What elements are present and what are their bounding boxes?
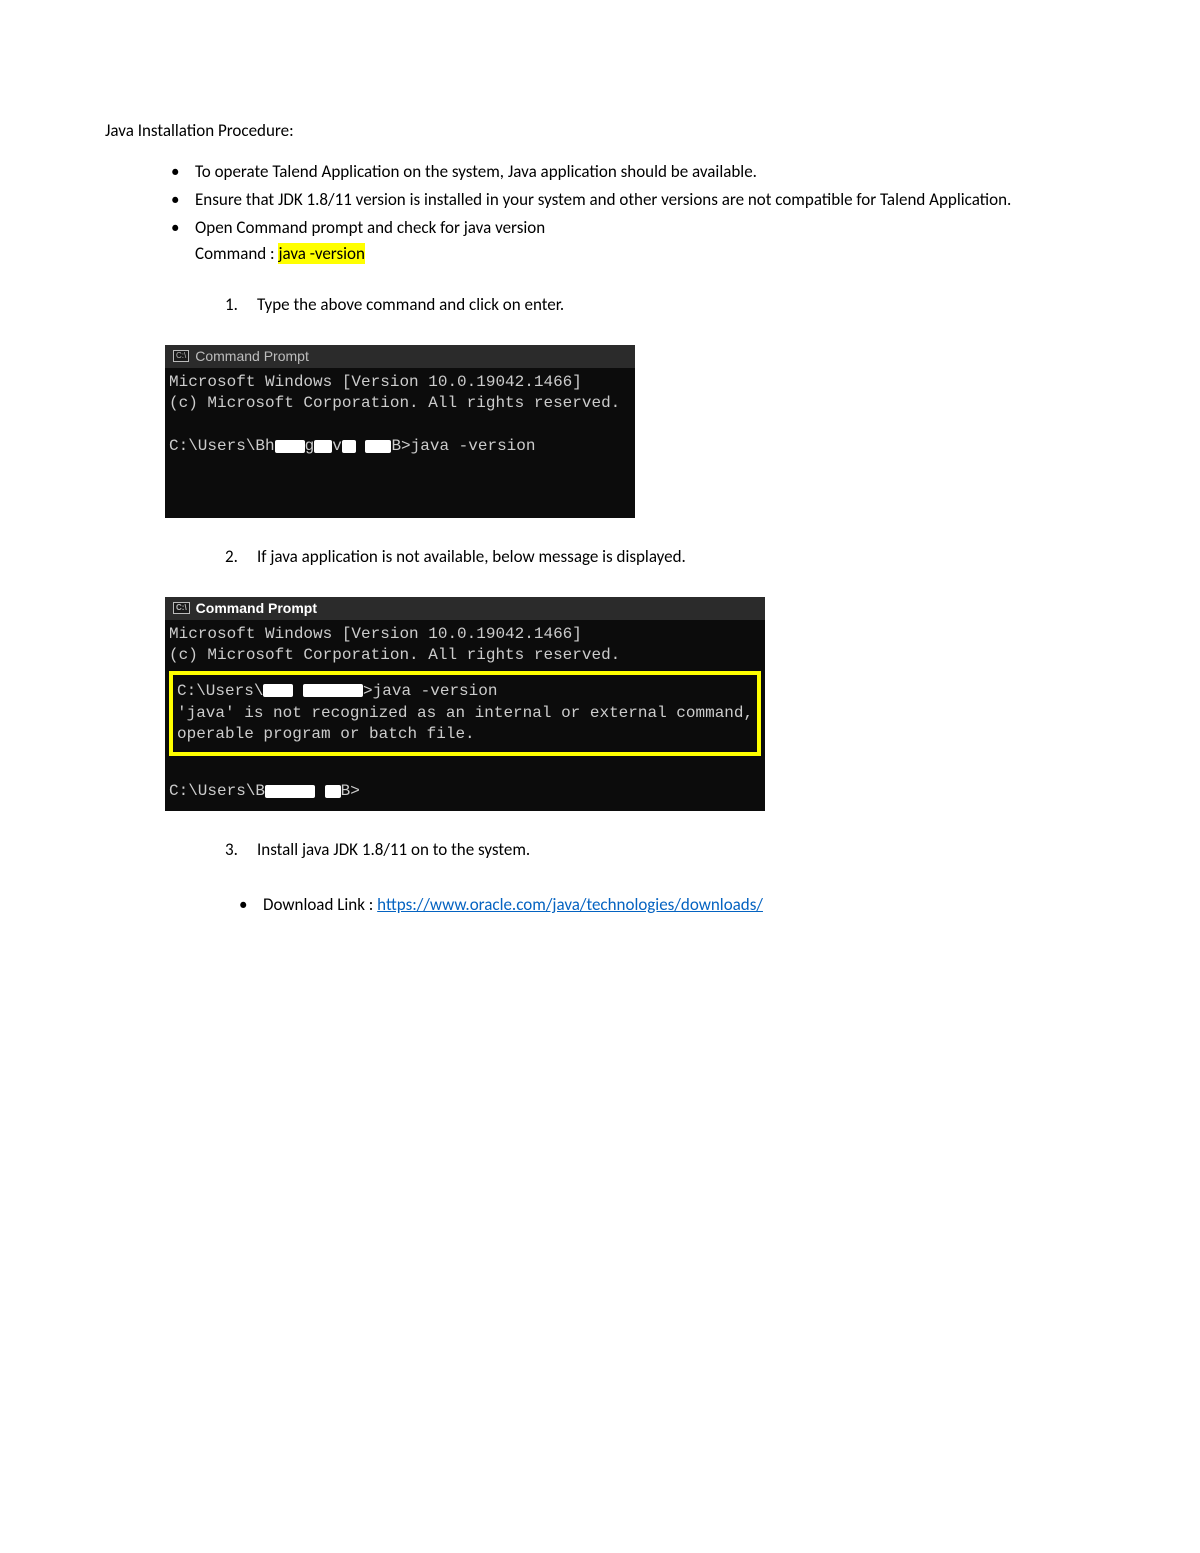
- page-title: Java Installation Procedure:: [105, 120, 1095, 143]
- terminal-line: (c) Microsoft Corporation. All rights re…: [169, 394, 620, 412]
- terminal-prompt: C:\Users\Bhgv B>java -version: [169, 437, 535, 455]
- cmd-icon: C:\: [173, 350, 189, 362]
- terminal-body: Microsoft Windows [Version 10.0.19042.14…: [165, 620, 765, 811]
- cmd-icon: C:\: [173, 602, 190, 614]
- step-list-cont: If java application is not available, be…: [225, 546, 1095, 569]
- terminal-error-line: operable program or batch file.: [177, 725, 475, 743]
- terminal-prompt: C:\Users\ >java -version: [177, 682, 497, 700]
- download-bullet: Download Link : https://www.oracle.com/j…: [233, 894, 1095, 917]
- bullet-item: To operate Talend Application on the sys…: [165, 161, 1095, 184]
- command-highlighted: java -version: [278, 243, 364, 264]
- command-label: Command :: [195, 243, 278, 264]
- step-item: Install java JDK 1.8/11 on to the system…: [225, 839, 1095, 862]
- terminal-screenshot-1: C:\ Command Prompt Microsoft Windows [Ve…: [165, 345, 635, 518]
- terminal-body: Microsoft Windows [Version 10.0.19042.14…: [165, 368, 635, 518]
- error-highlight-box: C:\Users\ >java -version 'java' is not r…: [169, 671, 761, 756]
- step-list: Type the above command and click on ente…: [225, 294, 1095, 317]
- step-item: Type the above command and click on ente…: [225, 294, 1095, 317]
- terminal-titlebar: C:\ Command Prompt: [165, 597, 765, 620]
- bullet-item: Open Command prompt and check for java v…: [165, 217, 1095, 266]
- download-label: Download Link :: [263, 894, 377, 915]
- terminal-line: Microsoft Windows [Version 10.0.19042.14…: [169, 373, 582, 391]
- bullet-item: Ensure that JDK 1.8/11 version is instal…: [165, 189, 1095, 212]
- terminal-error-line: 'java' is not recognized as an internal …: [177, 704, 753, 722]
- terminal-titlebar: C:\ Command Prompt: [165, 345, 635, 368]
- terminal-screenshot-2: C:\ Command Prompt Microsoft Windows [Ve…: [165, 597, 765, 811]
- terminal-line: (c) Microsoft Corporation. All rights re…: [169, 646, 620, 664]
- procedure-bullets: To operate Talend Application on the sys…: [165, 161, 1095, 266]
- terminal-line: Microsoft Windows [Version 10.0.19042.14…: [169, 625, 582, 643]
- terminal-prompt: C:\Users\B B>: [169, 782, 360, 800]
- download-item: Download Link : https://www.oracle.com/j…: [233, 894, 1095, 917]
- command-line: Command : java -version: [195, 243, 1095, 266]
- bullet-text: Open Command prompt and check for java v…: [195, 217, 545, 238]
- terminal-title: Command Prompt: [196, 599, 317, 618]
- step-item: If java application is not available, be…: [225, 546, 1095, 569]
- step-list-cont2: Install java JDK 1.8/11 on to the system…: [225, 839, 1095, 862]
- terminal-title: Command Prompt: [195, 347, 309, 366]
- download-link[interactable]: https://www.oracle.com/java/technologies…: [377, 894, 763, 915]
